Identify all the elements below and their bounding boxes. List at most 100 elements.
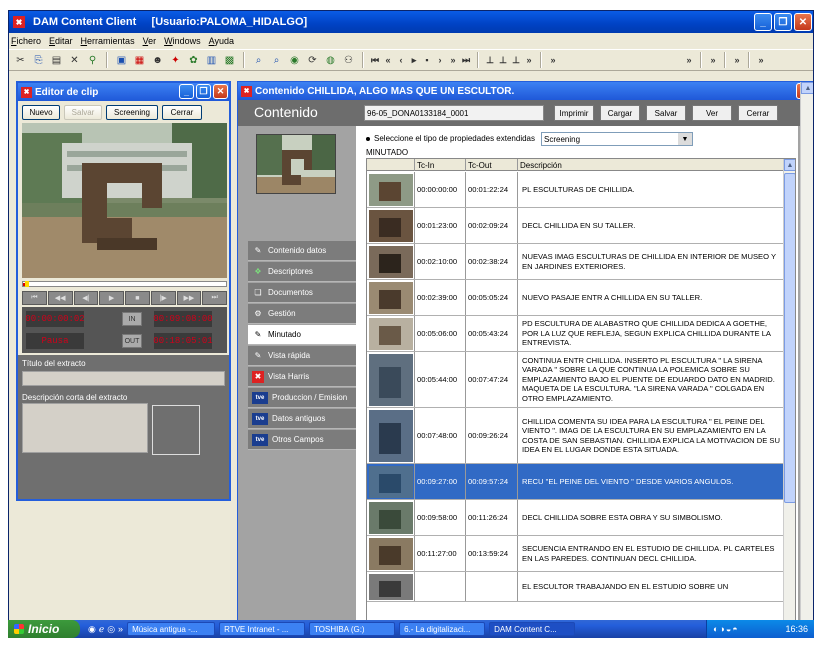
start-button[interactable]: Inicio	[8, 620, 80, 638]
grid-icon[interactable]: ▥	[204, 53, 219, 68]
last-icon[interactable]: ⏭	[461, 55, 471, 66]
content-titlebar[interactable]: ✖ Contenido CHILLIDA, ALGO MAS QUE UN ES…	[238, 82, 813, 100]
task-dam-content[interactable]: DAM Content C...	[489, 622, 576, 636]
screening-button[interactable]: Screening	[106, 105, 158, 120]
tray-icons[interactable]: ◐◑◒◓	[713, 624, 739, 634]
play-button[interactable]: ▶	[99, 291, 124, 305]
mark-in-button[interactable]: IN	[122, 312, 142, 326]
table-row[interactable]: 00:05:44:00 00:07:47:24 CONTINUA ENTR CHIL…	[367, 352, 785, 408]
copy-icon[interactable]: ⎘	[31, 53, 46, 68]
tools-icon[interactable]: ✦	[168, 53, 183, 68]
window-icon[interactable]: ▣	[114, 53, 129, 68]
scroll-up-icon[interactable]: ▲	[801, 82, 813, 94]
chevron-down-icon[interactable]: ▼	[678, 133, 692, 145]
maximize-button[interactable]: ❐	[774, 13, 792, 31]
clip-minimize-button[interactable]: _	[179, 84, 194, 99]
cut-icon[interactable]: ✂	[13, 53, 28, 68]
monitor-icon[interactable]: ▩	[222, 53, 237, 68]
table-row[interactable]: 00:09:27:00 00:09:57:24 RECU "EL PEINE DEL…	[367, 464, 785, 500]
table-row[interactable]: 00:00:00:00 00:01:22:24 PL ESCULTURAS DE C…	[367, 172, 785, 208]
rewind-button[interactable]: ◀◀	[47, 291, 73, 305]
nav-documentos[interactable]: ❏ Documentos	[248, 283, 356, 303]
table-row[interactable]: 00:07:48:00 00:09:26:24 CHILLIDA COMENTA S…	[367, 408, 785, 464]
menu-ayuda[interactable]: Ayuda	[209, 36, 234, 46]
nuevo-button[interactable]: Nuevo	[22, 105, 60, 120]
task-digitalizacion[interactable]: 6.- La digitalizaci...	[399, 622, 486, 636]
table-row[interactable]: 00:01:23:00 00:02:09:24 DECL CHILLIDA EN S…	[367, 208, 785, 244]
column-tc-in[interactable]: Tc-In	[415, 159, 466, 171]
go-start-button[interactable]: ⏮	[22, 291, 47, 305]
toolbar-more-1[interactable]: »	[524, 55, 534, 65]
rewind-icon[interactable]: «	[383, 55, 393, 65]
toolbar-more-2[interactable]: »	[548, 55, 558, 65]
imprimir-button[interactable]: Imprimir	[554, 105, 594, 121]
quicklaunch-more-icon[interactable]: »	[118, 624, 123, 635]
ie-icon[interactable]: ℯ	[99, 624, 104, 635]
descripcion-input[interactable]	[22, 403, 148, 453]
table-row[interactable]: 00:02:10:00 00:02:38:24 NUEVAS IMAG ESCULT…	[367, 244, 785, 280]
play-icon[interactable]: ▸	[409, 55, 419, 66]
toolbar-more-5[interactable]: »	[732, 55, 742, 65]
salvar-button[interactable]: Salvar	[64, 105, 102, 120]
clip-editor-titlebar[interactable]: ✖ Editor de clip _ ❐ ✕	[18, 83, 229, 101]
nav-gestion[interactable]: ⚙ Gestión	[248, 304, 356, 324]
delete-icon[interactable]: ✕	[67, 53, 82, 68]
refresh-icon[interactable]: ⟳	[305, 53, 320, 68]
titulo-input[interactable]	[22, 371, 225, 386]
network-icon[interactable]: ⚇	[341, 53, 356, 68]
content-window-scrollbar[interactable]: ▲ ▼	[800, 82, 813, 637]
table-row[interactable]: 00:09:58:00 00:11:26:24 DECL CHILLIDA SOBR…	[367, 500, 785, 536]
gift-icon[interactable]: ✿	[186, 53, 201, 68]
column-descripcion[interactable]: Descripción	[518, 159, 785, 171]
mark-out-button[interactable]: OUT	[122, 334, 142, 348]
paste-icon[interactable]: ▤	[49, 53, 64, 68]
cerrar-content-button[interactable]: Cerrar	[738, 105, 778, 121]
stop-icon[interactable]: ▪	[422, 55, 432, 65]
column-tc-out[interactable]: Tc-Out	[466, 159, 518, 171]
table-row[interactable]: EL ESCULTOR TRABAJANDO EN EL ESTUDIO SOB…	[367, 572, 785, 602]
table-row[interactable]: 00:05:06:00 00:05:43:24 PD ESCULTURA DE AL…	[367, 316, 785, 352]
table-row[interactable]: 00:02:39:00 00:05:05:24 NUEVO PASAJE ENTR …	[367, 280, 785, 316]
props-radio[interactable]: Seleccione el tipo de propiedades extend…	[366, 134, 535, 143]
task-rtve-intranet[interactable]: RTVE Intranet - ...	[219, 622, 306, 636]
stop-button[interactable]: ■	[125, 291, 150, 305]
minimize-button[interactable]: _	[754, 13, 772, 31]
app-titlebar[interactable]: ✖ DAM Content Client [Usuario:PALOMA_HID…	[9, 11, 813, 33]
forward-icon[interactable]: »	[448, 55, 458, 65]
nav-descriptores[interactable]: ❖ Descriptores	[248, 262, 356, 282]
clip-maximize-button[interactable]: ❐	[196, 84, 211, 99]
clip-timeline[interactable]	[22, 281, 227, 287]
nav-contenido-datos[interactable]: ✎ Contenido datos	[248, 241, 356, 261]
menu-editar[interactable]: Editar	[49, 36, 73, 46]
chart-icon[interactable]: ▦	[132, 53, 147, 68]
toolbar-more-3[interactable]: »	[684, 55, 694, 65]
link-icon[interactable]: ⚲	[85, 53, 100, 68]
props-type-select[interactable]: Screening ▼	[541, 132, 693, 146]
task-musica[interactable]: Música antigua -...	[127, 622, 216, 636]
nav-datos-antiguos[interactable]: tve Datos antiguos	[248, 409, 356, 429]
search-advanced-icon[interactable]: ⌕	[269, 53, 284, 68]
task-toshiba[interactable]: TOSHIBA (G:)	[309, 622, 396, 636]
content-id-field[interactable]: 96-05_DONA0133184_0001	[364, 105, 544, 121]
firefox-icon[interactable]: ◉	[88, 624, 96, 635]
cerrar-button[interactable]: Cerrar	[162, 105, 202, 120]
go-end-button[interactable]: ⏭	[202, 291, 227, 305]
next-icon[interactable]: ›	[435, 55, 445, 65]
step-forward-button[interactable]: |▶	[150, 291, 176, 305]
mark-clip-icon[interactable]: ⊥	[511, 55, 521, 66]
people-icon[interactable]: ☻	[150, 53, 165, 68]
toolbar-more-4[interactable]: »	[708, 55, 718, 65]
mark-in-icon[interactable]: ⊥	[485, 55, 495, 66]
clip-close-button[interactable]: ✕	[213, 84, 228, 99]
prev-icon[interactable]: ‹	[396, 55, 406, 65]
table-row[interactable]: 00:11:27:00 00:13:59:24 SECUENCIA ENTRANDO…	[367, 536, 785, 572]
toolbar-more-6[interactable]: »	[756, 55, 766, 65]
video-preview[interactable]	[22, 123, 227, 278]
close-button[interactable]: ✕	[794, 13, 812, 31]
nav-otros-campos[interactable]: tve Otros Campos	[248, 430, 356, 450]
salvar-content-button[interactable]: Salvar	[646, 105, 686, 121]
menu-herramientas[interactable]: Herramientas	[81, 36, 135, 46]
step-back-button[interactable]: ◀|	[73, 291, 99, 305]
nav-produccion-emision[interactable]: tve Produccion / Emision	[248, 388, 356, 408]
globe-settings-icon[interactable]: ◍	[323, 53, 338, 68]
